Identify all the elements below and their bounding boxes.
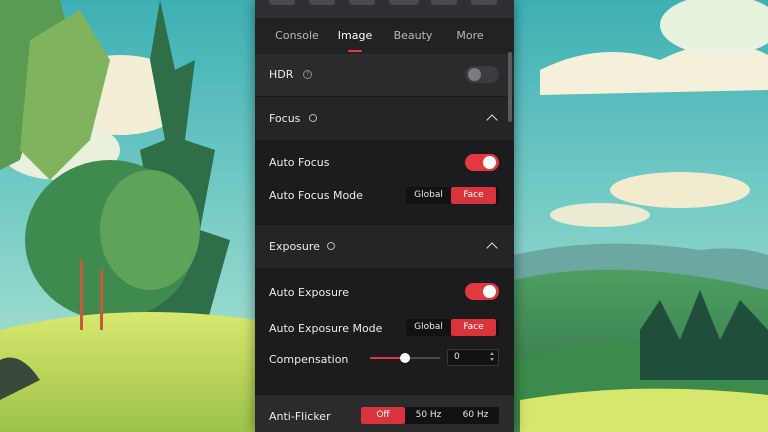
auto-focus-toggle[interactable] [465,154,499,171]
refresh-icon[interactable] [327,242,335,250]
tab-more[interactable]: More [440,29,500,42]
question-circle-icon[interactable]: ? [303,70,312,79]
toolbar-button-4[interactable] [389,0,419,5]
chevron-up-icon[interactable] [486,242,498,254]
auto-exposure-mode-face[interactable]: Face [451,319,496,336]
stepper-up-icon[interactable] [490,352,494,355]
tab-image[interactable]: Image [325,29,385,42]
active-tab-indicator [348,50,362,52]
toggle-knob [483,156,496,169]
tab-console[interactable]: Console [267,29,327,42]
compensation-slider-thumb[interactable] [400,353,410,363]
toolbar-button-2[interactable] [309,0,335,5]
hdr-row: HDR ? [255,54,514,96]
camera-settings-panel: Console Image Beauty More HDR ? Focus Au… [255,0,514,432]
exposure-section-header[interactable]: Exposure [255,225,514,268]
compensation-input[interactable]: 0 [447,349,499,366]
focus-title: Focus [269,112,301,125]
auto-focus-mode-label: Auto Focus Mode [269,189,363,202]
exposure-title: Exposure [269,240,320,253]
compensation-slider[interactable] [370,353,440,363]
toggle-knob [483,285,496,298]
compensation-label: Compensation [269,353,349,366]
stepper-down-icon[interactable] [490,358,494,361]
refresh-icon[interactable] [309,114,317,122]
auto-exposure-mode-selector: Global Face [406,319,499,336]
toolbar-button-5[interactable] [431,0,457,5]
tab-beauty[interactable]: Beauty [383,29,443,42]
auto-focus-mode-global[interactable]: Global [406,187,451,204]
anti-flicker-row: Anti-Flicker Off 50 Hz 60 Hz [255,395,514,432]
auto-exposure-toggle[interactable] [465,283,499,300]
settings-tabs: Console Image Beauty More [255,18,514,54]
exposure-section-body: Auto Exposure Auto Exposure Mode Global … [255,268,514,394]
anti-flicker-off[interactable]: Off [361,407,405,424]
toolbar-button-6[interactable] [471,0,497,5]
anti-flicker-selector: Off 50 Hz 60 Hz [361,407,499,424]
toggle-knob [468,68,481,81]
compensation-stepper[interactable] [488,351,496,364]
focus-section-body: Auto Focus Auto Focus Mode Global Face [255,140,514,224]
chevron-up-icon[interactable] [486,114,498,126]
auto-exposure-mode-label: Auto Exposure Mode [269,322,383,335]
toolbar-strip [255,0,514,18]
anti-flicker-50hz[interactable]: 50 Hz [405,407,452,424]
auto-focus-mode-face[interactable]: Face [451,187,496,204]
anti-flicker-label: Anti-Flicker [269,410,331,423]
toolbar-button-1[interactable] [269,0,295,5]
toolbar-button-3[interactable] [349,0,375,5]
auto-focus-mode-selector: Global Face [406,187,499,204]
focus-section-header[interactable]: Focus [255,97,514,140]
auto-focus-label: Auto Focus [269,156,330,169]
compensation-value: 0 [454,352,460,362]
scrollbar[interactable] [508,52,512,122]
hdr-toggle[interactable] [465,66,499,83]
auto-exposure-label: Auto Exposure [269,286,349,299]
anti-flicker-60hz[interactable]: 60 Hz [452,407,499,424]
hdr-label: HDR [269,68,294,81]
auto-exposure-mode-global[interactable]: Global [406,319,451,336]
